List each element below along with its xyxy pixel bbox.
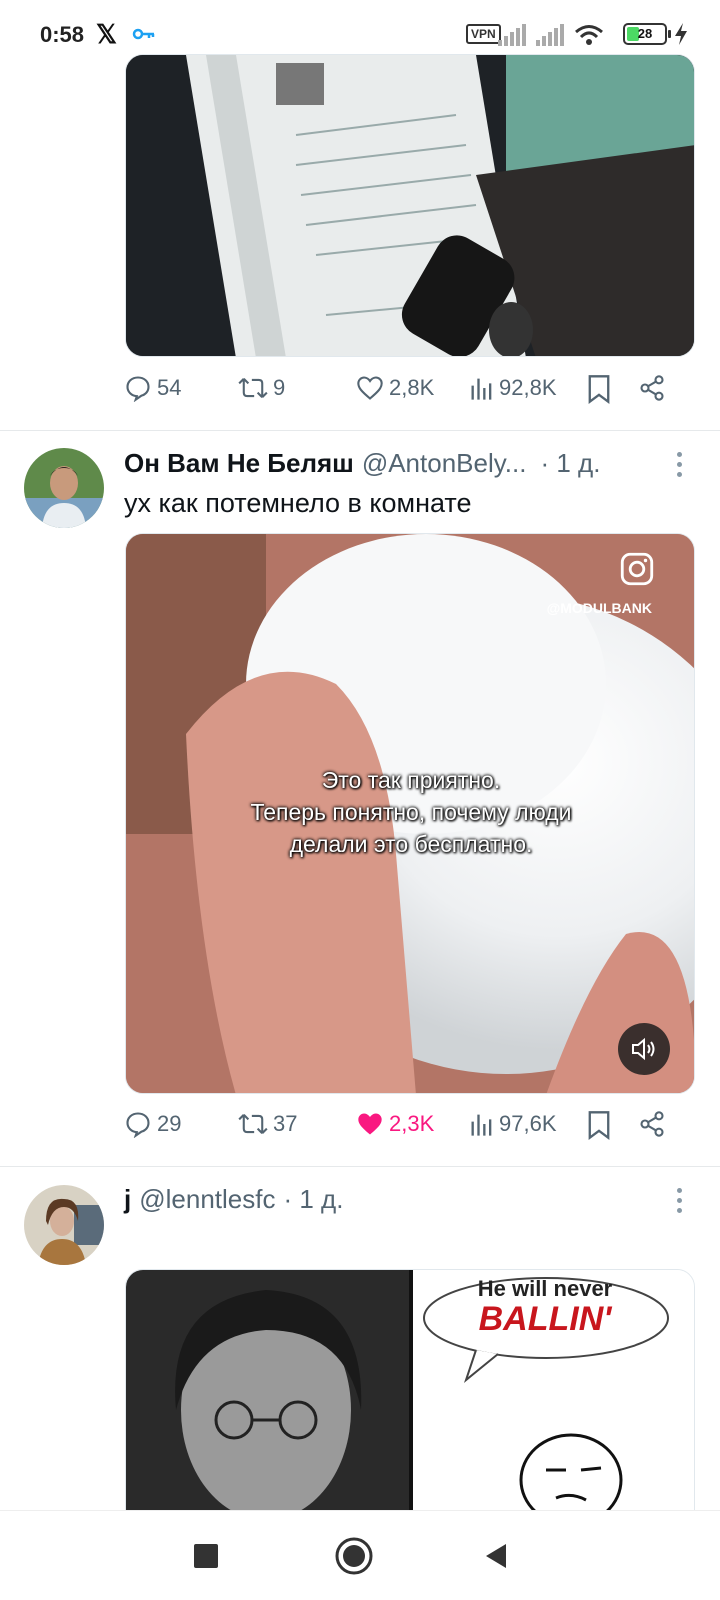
views-button[interactable]: 92,8K: [470, 374, 557, 402]
views-button[interactable]: 97,6K: [470, 1110, 557, 1138]
retweet-icon: [238, 378, 268, 398]
views-count: 97,6K: [499, 1111, 557, 1136]
display-name[interactable]: Он Вам Не Беляш: [124, 448, 354, 479]
status-time: 0:58: [40, 22, 85, 47]
charging-icon: [675, 23, 687, 45]
vpn-key-icon: [132, 28, 155, 40]
vpn-badge: VPN: [466, 24, 501, 44]
tweet3-header: j @lenntlesfc · 1 д.: [124, 1184, 343, 1215]
video-caption-line: делали это бесплатно.: [289, 831, 533, 857]
tweet2-video[interactable]: @MODULBANK Это так приятно. Теперь понят…: [125, 533, 695, 1094]
retweet-count: 9: [273, 375, 286, 400]
more-options-button[interactable]: [672, 1188, 686, 1213]
meme-bubble-text: He will never: [477, 1276, 613, 1301]
tweet1-actions: 54 9 2,8K 92,8K: [0, 374, 720, 414]
signal-icon: [498, 24, 526, 46]
heart-icon: [357, 376, 383, 400]
tweet2-header: Он Вам Не Беляш @AntonBely... · 1 д.: [124, 448, 600, 479]
wifi-icon: [575, 25, 603, 45]
reply-count: 54: [157, 375, 182, 400]
share-button[interactable]: [638, 374, 666, 402]
video-caption-line: Это так приятно.: [321, 767, 501, 793]
display-name[interactable]: j: [124, 1184, 131, 1215]
avatar[interactable]: [24, 448, 104, 528]
bookmark-icon: [588, 1111, 610, 1140]
bookmark-icon: [588, 375, 610, 404]
tweet2-actions: 29 37 2,3K 97,6K: [0, 1110, 720, 1150]
bookmark-button[interactable]: [586, 1110, 612, 1140]
reply-icon: [126, 376, 150, 402]
retweet-button[interactable]: 37: [238, 1110, 297, 1138]
tweet-time[interactable]: · 1 д.: [540, 448, 600, 479]
retweet-button[interactable]: 9: [238, 374, 285, 402]
tweet-time[interactable]: · 1 д.: [283, 1184, 343, 1215]
retweet-count: 37: [273, 1111, 298, 1136]
avatar-image: [24, 448, 104, 528]
avatar-image: [24, 1185, 104, 1265]
birth-certificate-photo: [126, 55, 694, 356]
heart-filled-icon: [358, 1113, 382, 1135]
like-button[interactable]: 2,8K: [356, 374, 434, 402]
views-icon: [471, 1114, 492, 1136]
meme-bubble-emphasis: BALLIN': [478, 1300, 612, 1338]
tweet-text: ух как потемнело в комнате: [124, 488, 472, 518]
mute-button[interactable]: [618, 1023, 670, 1075]
video-watermark: @MODULBANK: [546, 600, 652, 616]
share-icon: [640, 375, 664, 401]
reply-count: 29: [157, 1111, 182, 1136]
x-logo-icon: 𝕏: [96, 19, 117, 49]
instagram-icon: [620, 552, 654, 591]
volume-muted-icon: [632, 1037, 655, 1061]
like-button[interactable]: 2,3K: [356, 1110, 434, 1138]
recents-icon[interactable]: [194, 1544, 218, 1568]
reply-button[interactable]: 29: [124, 1110, 181, 1138]
share-icon: [640, 1111, 664, 1137]
tweet1-image[interactable]: [125, 54, 695, 357]
bookmark-button[interactable]: [586, 374, 612, 404]
system-nav-bar: [0, 1510, 720, 1600]
avatar[interactable]: [24, 1185, 104, 1265]
like-count: 2,3K: [389, 1111, 435, 1136]
video-caption-line: Теперь понятно, почему люди: [250, 799, 572, 825]
reply-button[interactable]: 54: [124, 374, 181, 402]
more-options-button[interactable]: [672, 452, 686, 477]
retweet-icon: [238, 1114, 268, 1134]
views-icon: [471, 378, 492, 400]
share-button[interactable]: [638, 1110, 666, 1138]
reply-icon: [126, 1112, 150, 1138]
video-caption: Это так приятно. Теперь понятно, почему …: [126, 764, 694, 860]
back-icon[interactable]: [484, 1543, 508, 1569]
tweet-divider: [0, 430, 720, 431]
like-count: 2,8K: [389, 375, 435, 400]
signal-icon-2: [536, 24, 564, 46]
user-handle[interactable]: @AntonBely...: [362, 448, 527, 479]
user-handle[interactable]: @lenntlesfc: [139, 1184, 275, 1215]
battery-icon: 28: [623, 23, 667, 45]
home-icon[interactable]: [334, 1536, 374, 1576]
views-count: 92,8K: [499, 375, 557, 400]
tweet3-image[interactable]: He will never BALLIN': [125, 1269, 695, 1529]
tweet-divider: [0, 1166, 720, 1167]
